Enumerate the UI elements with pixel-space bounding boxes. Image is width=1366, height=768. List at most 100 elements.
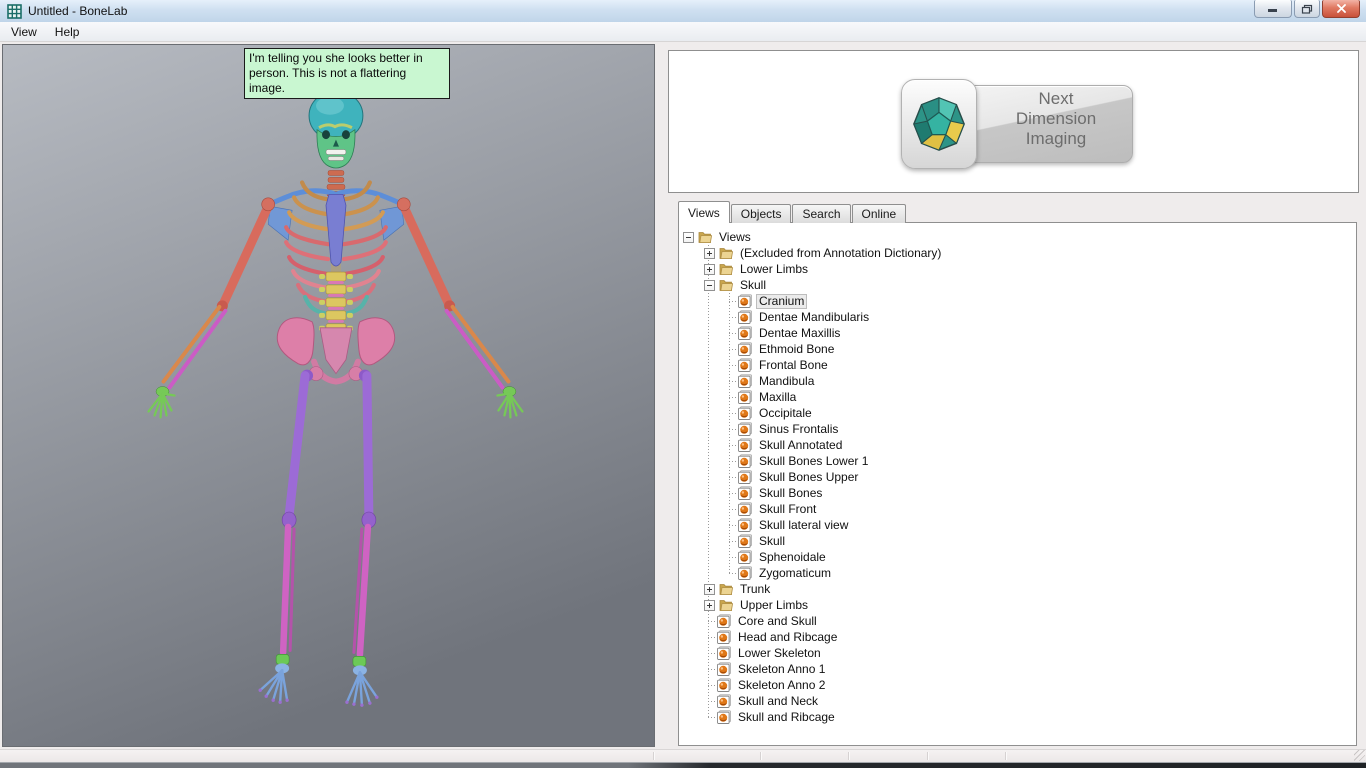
tree-item-label: Views: [716, 230, 754, 245]
menu-help[interactable]: Help: [46, 23, 89, 41]
tree-item-label: Trunk: [737, 582, 773, 597]
tree-item-label: Skeleton Anno 1: [735, 662, 828, 677]
collapse-minus-icon[interactable]: [704, 280, 715, 291]
tree-item-skull-bones-lower-1[interactable]: Skull Bones Lower 1: [679, 453, 1356, 469]
view-icon: [737, 373, 753, 389]
tree-connector: [729, 541, 737, 542]
tab-views[interactable]: Views: [678, 201, 730, 223]
tree-item-label: Core and Skull: [735, 614, 820, 629]
view-icon: [737, 309, 753, 325]
gem-polyhedron-icon: [910, 95, 968, 153]
tree-item-dentae-mandibularis[interactable]: Dentae Mandibularis: [679, 309, 1356, 325]
tree-item-skull[interactable]: Skull: [679, 533, 1356, 549]
close-button[interactable]: [1322, 0, 1360, 18]
tree-item-ethmoid-bone[interactable]: Ethmoid Bone: [679, 341, 1356, 357]
statusbar-separator: [848, 752, 849, 760]
tree-connector: [729, 429, 737, 430]
tree-item-occipitale[interactable]: Occipitale: [679, 405, 1356, 421]
tree-item-cranium[interactable]: Cranium: [679, 293, 1356, 309]
tree-item-sinus-frontalis[interactable]: Sinus Frontalis: [679, 421, 1356, 437]
view-icon: [737, 485, 753, 501]
view-icon: [716, 661, 732, 677]
tree-item-label: Mandibula: [756, 374, 817, 389]
tree-connector: [729, 413, 737, 414]
tree-item-label: Maxilla: [756, 390, 799, 405]
view-icon: [737, 533, 753, 549]
menu-bar: ViewHelp: [0, 22, 1366, 42]
tree-item-zygomaticum[interactable]: Zygomaticum: [679, 565, 1356, 581]
minimize-button[interactable]: [1254, 0, 1292, 18]
tree-item-lower-limbs[interactable]: Lower Limbs: [679, 261, 1356, 277]
taskbar-edge: [0, 762, 1366, 768]
tree-connector: [708, 637, 716, 638]
tree-item-label: Lower Limbs: [737, 262, 811, 277]
views-tree-panel[interactable]: Views(Excluded from Annotation Dictionar…: [678, 222, 1357, 746]
tree-connector: [729, 493, 737, 494]
tree-item-lower-skeleton[interactable]: Lower Skeleton: [679, 645, 1356, 661]
next-dimension-imaging-logo[interactable]: NextDimensionImaging: [901, 79, 1131, 167]
tree-item-head-and-ribcage[interactable]: Head and Ribcage: [679, 629, 1356, 645]
3d-viewport[interactable]: I'm telling you she looks better in pers…: [2, 44, 655, 747]
tree-item-skull-front[interactable]: Skull Front: [679, 501, 1356, 517]
logo-line: Imaging: [989, 129, 1123, 149]
view-icon: [716, 629, 732, 645]
tree-item-dentae-maxillis[interactable]: Dentae Maxillis: [679, 325, 1356, 341]
folder-icon: [718, 597, 734, 613]
tree-item-label: Skull Bones Upper: [756, 470, 861, 485]
tree-item-label: Zygomaticum: [756, 566, 834, 581]
tree-item-skull-and-neck[interactable]: Skull and Neck: [679, 693, 1356, 709]
folder-icon: [718, 277, 734, 293]
tree-item-skull-annotated[interactable]: Skull Annotated: [679, 437, 1356, 453]
tree-item-skull-lateral-view[interactable]: Skull lateral view: [679, 517, 1356, 533]
tree-item-frontal-bone[interactable]: Frontal Bone: [679, 357, 1356, 373]
tree-item-mandibula[interactable]: Mandibula: [679, 373, 1356, 389]
tree-connector: [729, 349, 737, 350]
logo-line: Next: [989, 89, 1123, 109]
tree-item-sphenoidale[interactable]: Sphenoidale: [679, 549, 1356, 565]
view-icon: [716, 613, 732, 629]
folder-icon: [697, 229, 713, 245]
tab-search[interactable]: Search: [792, 204, 850, 223]
tree-connector: [729, 397, 737, 398]
expand-plus-icon[interactable]: [704, 248, 715, 259]
expand-plus-icon[interactable]: [704, 264, 715, 275]
tree-item-upper-limbs[interactable]: Upper Limbs: [679, 597, 1356, 613]
right-panel: NextDimensionImaging ViewsObjectsSearchO…: [659, 42, 1366, 749]
tree-item-trunk[interactable]: Trunk: [679, 581, 1356, 597]
tree-item-skull-bones-upper[interactable]: Skull Bones Upper: [679, 469, 1356, 485]
tree-connector: [708, 701, 716, 702]
view-icon: [737, 325, 753, 341]
title-bar[interactable]: Untitled - BoneLab: [0, 0, 1366, 23]
tree-connector: [708, 669, 716, 670]
tree-item-label: Skull: [737, 278, 769, 293]
restore-button[interactable]: [1294, 0, 1320, 18]
tab-online[interactable]: Online: [852, 204, 907, 223]
tree-item-views[interactable]: Views: [679, 229, 1356, 245]
expand-plus-icon[interactable]: [704, 584, 715, 595]
expand-plus-icon[interactable]: [704, 600, 715, 611]
resize-grip[interactable]: [1354, 750, 1365, 761]
tree-item-label: Cranium: [756, 294, 807, 309]
tree-item-skull[interactable]: Skull: [679, 277, 1356, 293]
tree-item-maxilla[interactable]: Maxilla: [679, 389, 1356, 405]
folder-icon: [718, 245, 734, 261]
tree-item-core-and-skull[interactable]: Core and Skull: [679, 613, 1356, 629]
statusbar-separator: [653, 752, 654, 760]
menu-view[interactable]: View: [2, 23, 46, 41]
statusbar-separator: [927, 752, 928, 760]
tree-connector: [729, 509, 737, 510]
tree-item-skull-bones[interactable]: Skull Bones: [679, 485, 1356, 501]
tree-item-excluded-from-annotation-dictionary[interactable]: (Excluded from Annotation Dictionary): [679, 245, 1356, 261]
minimize-icon: [1267, 4, 1279, 13]
tree-item-label: Head and Ribcage: [735, 630, 840, 645]
collapse-minus-icon[interactable]: [683, 232, 694, 243]
tab-objects[interactable]: Objects: [731, 204, 792, 223]
view-icon: [737, 469, 753, 485]
tree-item-skull-and-ribcage[interactable]: Skull and Ribcage: [679, 709, 1356, 725]
view-icon: [716, 645, 732, 661]
tree-item-skeleton-anno-1[interactable]: Skeleton Anno 1: [679, 661, 1356, 677]
tree-item-skeleton-anno-2[interactable]: Skeleton Anno 2: [679, 677, 1356, 693]
close-icon: [1336, 4, 1347, 13]
tree-connector: [729, 525, 737, 526]
tree-item-label: Skull Bones: [756, 486, 825, 501]
